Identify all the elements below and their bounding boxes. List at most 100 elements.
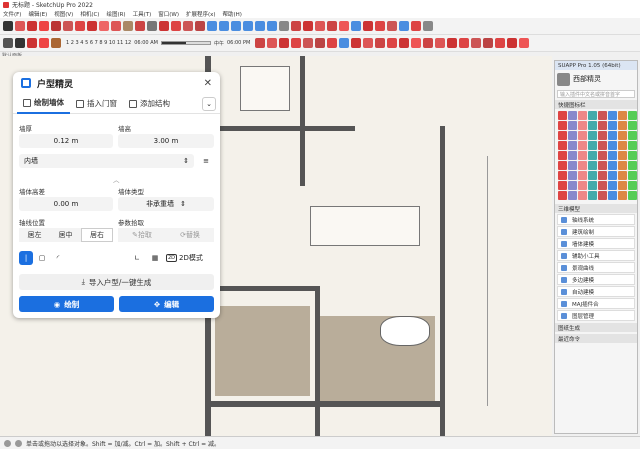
plugin-shortcut-icon[interactable] (568, 191, 577, 200)
straight-wall-tool[interactable]: | (19, 251, 33, 265)
plugin-shortcut-icon[interactable] (628, 191, 637, 200)
plugin-shortcut-icon[interactable] (628, 121, 637, 130)
explode-icon[interactable] (435, 38, 446, 48)
wall-kind-select[interactable]: 非承重墙 ⇕ (118, 197, 214, 211)
shaded-icon[interactable] (315, 21, 325, 31)
paint-icon[interactable] (147, 21, 157, 31)
array-icon[interactable] (423, 38, 434, 48)
plugin-shortcut-icon[interactable] (558, 191, 567, 200)
section-plane-icon[interactable] (351, 21, 361, 31)
mode-2d-toggle[interactable]: 2D 2D模式 (166, 251, 203, 265)
pencil-icon[interactable] (27, 21, 37, 31)
view-right-icon[interactable] (243, 21, 253, 31)
hidden-line-icon[interactable] (303, 21, 313, 31)
collapse-icon[interactable]: ︿ (113, 174, 120, 184)
plugin-item[interactable]: 多边建模 (557, 274, 635, 285)
box-icon[interactable] (51, 38, 61, 48)
door-icon[interactable] (495, 38, 506, 48)
plugin-shortcut-icon[interactable] (628, 141, 637, 150)
material-icon[interactable] (363, 38, 374, 48)
plugin-shortcut-icon[interactable] (618, 131, 627, 140)
view-back-icon[interactable] (255, 21, 265, 31)
close-icon[interactable]: ✕ (204, 78, 212, 89)
purge-icon[interactable] (447, 38, 458, 48)
plugin-shortcut-icon[interactable] (578, 111, 587, 120)
grid-icon[interactable] (339, 38, 350, 48)
wireframe-icon[interactable] (291, 21, 301, 31)
offset-icon[interactable] (111, 21, 121, 31)
eraser-icon[interactable] (15, 21, 25, 31)
fence-icon[interactable] (507, 38, 518, 48)
plugin-shortcut-icon[interactable] (578, 191, 587, 200)
plugin-shortcut-icon[interactable] (608, 121, 617, 130)
scale-icon[interactable] (99, 21, 109, 31)
plugin-shortcut-icon[interactable] (618, 191, 627, 200)
solid-tools-icon[interactable] (387, 21, 397, 31)
freehand-icon[interactable] (39, 38, 49, 48)
menu-file[interactable]: 文件(F) (3, 10, 21, 18)
plugin-shortcut-icon[interactable] (618, 111, 627, 120)
plugin-shortcut-icon[interactable] (558, 141, 567, 150)
plugin-shortcut-icon[interactable] (608, 181, 617, 190)
avatar[interactable] (557, 72, 570, 86)
wall-type-select[interactable]: 内墙 ⇕ (19, 154, 194, 168)
warehouse-icon[interactable] (399, 21, 409, 31)
plugin-item[interactable]: MAJ插件合 (557, 298, 635, 309)
plugin-shortcut-icon[interactable] (598, 141, 607, 150)
plugin-shortcut-icon[interactable] (598, 171, 607, 180)
plugin-shortcut-icon[interactable] (568, 151, 577, 160)
plugin-item[interactable]: 景观曲线 (557, 262, 635, 273)
plugin-shortcut-icon[interactable] (608, 141, 617, 150)
flip-icon[interactable] (267, 38, 278, 48)
pan-icon[interactable] (171, 21, 181, 31)
plugin-shortcut-icon[interactable] (558, 181, 567, 190)
plugin-shortcut-icon[interactable] (618, 161, 627, 170)
mirror-icon[interactable] (411, 38, 422, 48)
arrow-icon[interactable] (15, 38, 25, 48)
plugin-shortcut-icon[interactable] (568, 181, 577, 190)
plugin-item[interactable]: 图层管理 (557, 310, 635, 321)
plugin-shortcut-icon[interactable] (618, 181, 627, 190)
time-slider[interactable] (160, 41, 211, 45)
quick-icons-section[interactable]: 快捷图标栏 (555, 100, 637, 109)
3d-model-section[interactable]: 三维模型 (555, 204, 637, 213)
plugin-shortcut-icon[interactable] (618, 151, 627, 160)
credit-icon[interactable] (15, 439, 22, 447)
plugin-shortcut-icon[interactable] (618, 121, 627, 130)
draw-button[interactable]: ◉ 绘制 (19, 296, 114, 312)
plugin-shortcut-icon[interactable] (628, 161, 637, 170)
plugin-shortcut-icon[interactable] (598, 191, 607, 200)
recent-commands-section[interactable]: 最近命令 (555, 334, 637, 343)
menu-draw[interactable]: 绘图(R) (106, 10, 125, 18)
plugin-shortcut-icon[interactable] (558, 151, 567, 160)
plugin-shortcut-icon[interactable] (618, 141, 627, 150)
axis-left-option[interactable]: 居左 (19, 228, 50, 242)
round-corner-icon[interactable] (399, 38, 410, 48)
drawing-section[interactable]: 图纸生成 (555, 323, 637, 332)
select-icon[interactable] (3, 21, 13, 31)
su-tools-icon[interactable] (327, 38, 338, 48)
rect-wall-icon[interactable]: ▢ (35, 251, 49, 265)
plugin-shortcut-icon[interactable] (608, 151, 617, 160)
plugin-shortcut-icon[interactable] (558, 171, 567, 180)
view-left-icon[interactable] (267, 21, 277, 31)
plugin-shortcut-icon[interactable] (568, 111, 577, 120)
plugin-shortcut-icon[interactable] (628, 171, 637, 180)
pushpull-icon[interactable] (63, 21, 73, 31)
plugin-shortcut-icon[interactable] (598, 151, 607, 160)
plugin-shortcut-icon[interactable] (578, 141, 587, 150)
menu-camera[interactable]: 相机(C) (80, 10, 99, 18)
zoom-extents-icon[interactable] (195, 21, 205, 31)
plugin-shortcut-icon[interactable] (608, 171, 617, 180)
plugin-shortcut-icon[interactable] (588, 121, 597, 130)
group-icon[interactable] (375, 21, 385, 31)
rotate-icon[interactable] (87, 21, 97, 31)
plugin-shortcut-icon[interactable] (578, 131, 587, 140)
plugin-shortcut-icon[interactable] (578, 161, 587, 170)
plugin-shortcut-icon[interactable] (588, 111, 597, 120)
window-icon[interactable] (483, 38, 494, 48)
plugin-shortcut-icon[interactable] (608, 111, 617, 120)
tape-icon[interactable] (123, 21, 133, 31)
axis-right-option[interactable]: 居右 (81, 228, 113, 242)
view-top-icon[interactable] (219, 21, 229, 31)
